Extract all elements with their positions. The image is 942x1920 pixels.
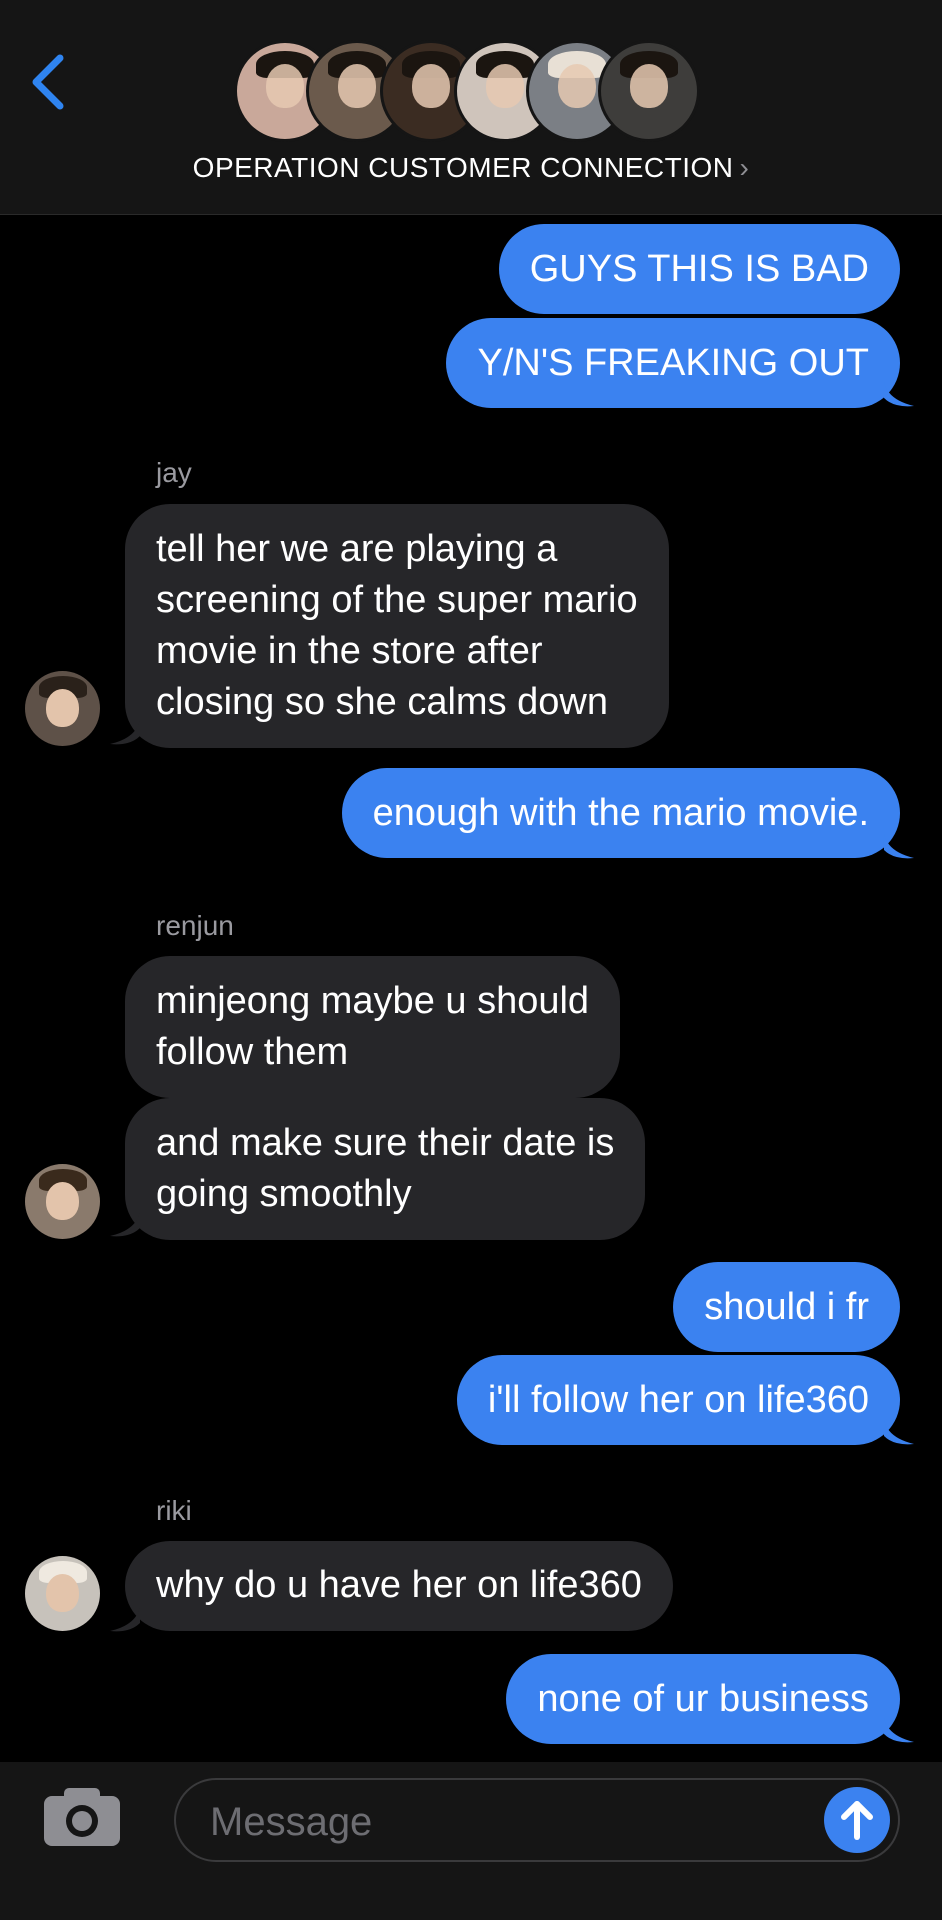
message-input[interactable]: Message bbox=[174, 1778, 900, 1862]
bubble-tail bbox=[110, 1607, 140, 1632]
message-placeholder: Message bbox=[210, 1800, 373, 1844]
bubble-tail bbox=[110, 720, 140, 745]
group-name[interactable]: OPERATION CUSTOMER CONNECTION › bbox=[0, 152, 942, 184]
message-text: Y/N'S FREAKING OUT bbox=[477, 341, 869, 384]
message-line: and make sure their date is bbox=[156, 1122, 615, 1164]
message-line: minjeong maybe u should bbox=[156, 980, 590, 1022]
received-message[interactable]: and make sure their date is going smooth… bbox=[125, 1098, 646, 1240]
received-message[interactable]: minjeong maybe u should follow them bbox=[125, 956, 621, 1098]
message-line: screening of the super mario bbox=[156, 579, 638, 621]
group-avatars[interactable] bbox=[234, 40, 714, 144]
sent-message[interactable]: none of ur business bbox=[506, 1654, 900, 1744]
message-text: GUYS THIS IS BAD bbox=[529, 247, 869, 290]
group-name-label: OPERATION CUSTOMER CONNECTION bbox=[192, 152, 734, 183]
message-line: closing so she calms down bbox=[156, 681, 608, 723]
received-message[interactable]: why do u have her on life360 bbox=[125, 1541, 673, 1631]
sent-message[interactable]: should i fr bbox=[673, 1262, 900, 1352]
avatar-jay[interactable] bbox=[25, 671, 100, 746]
avatar-renjun[interactable] bbox=[25, 1164, 100, 1239]
sender-name: jay bbox=[156, 457, 192, 488]
member-avatar[interactable] bbox=[598, 40, 700, 142]
message-line: follow them bbox=[156, 1031, 349, 1073]
bubble-tail bbox=[884, 382, 914, 407]
bubble-tail bbox=[110, 1212, 140, 1237]
bubble-tail bbox=[884, 1420, 914, 1445]
message-text: i'll follow her on life360 bbox=[487, 1378, 869, 1421]
message-line: why do u have her on life360 bbox=[156, 1564, 642, 1606]
chevron-right-icon: › bbox=[739, 152, 750, 183]
message-text: should i fr bbox=[704, 1285, 869, 1328]
conversation-header: OPERATION CUSTOMER CONNECTION › bbox=[0, 0, 942, 215]
message-line: going smoothly bbox=[156, 1173, 412, 1215]
sent-message[interactable]: Y/N'S FREAKING OUT bbox=[446, 318, 900, 408]
arrow-up-icon bbox=[841, 1801, 873, 1840]
bubble-tail bbox=[884, 834, 914, 859]
avatar-riki[interactable] bbox=[25, 1556, 100, 1631]
camera-icon[interactable] bbox=[42, 1784, 122, 1848]
sent-message[interactable]: GUYS THIS IS BAD bbox=[498, 224, 900, 314]
bubble-tail bbox=[884, 1718, 914, 1743]
sender-name: renjun bbox=[156, 910, 234, 941]
message-text: enough with the mario movie. bbox=[372, 791, 869, 834]
sent-message[interactable]: enough with the mario movie. bbox=[341, 768, 900, 858]
received-message[interactable]: tell her we are playing a screening of t… bbox=[125, 504, 669, 748]
sender-name: riki bbox=[156, 1495, 192, 1526]
message-line: tell her we are playing a bbox=[156, 528, 558, 570]
message-line: movie in the store after bbox=[156, 630, 543, 672]
send-button[interactable] bbox=[824, 1787, 890, 1853]
sent-message[interactable]: i'll follow her on life360 bbox=[456, 1355, 900, 1445]
message-text: none of ur business bbox=[537, 1677, 869, 1720]
composer-bar: Message bbox=[0, 1762, 942, 1920]
back-chevron-icon[interactable] bbox=[26, 52, 70, 112]
